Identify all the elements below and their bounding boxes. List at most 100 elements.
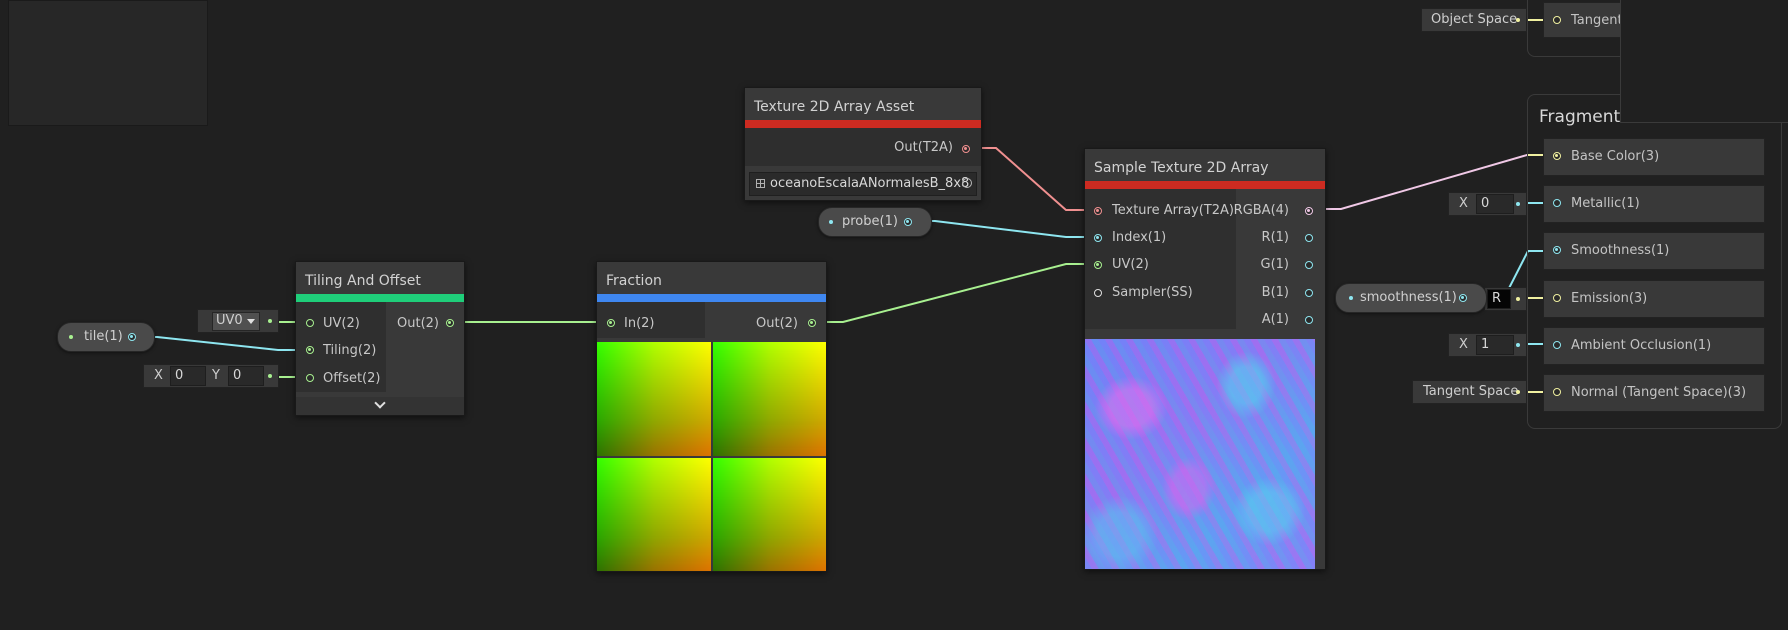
port-fraction-out[interactable]: [808, 319, 816, 327]
port-base-color[interactable]: [1553, 152, 1561, 160]
dropdown-value: UV0: [216, 313, 243, 328]
preview-tile: [597, 457, 711, 571]
smoothness-property[interactable]: smoothness(1): [1335, 283, 1487, 313]
texture-2d-array-asset-node[interactable]: Texture 2D Array Asset Out(T2A) oceanoEs…: [744, 87, 982, 201]
preview-tile: [712, 342, 826, 456]
output-label: Out(T2A): [894, 140, 953, 155]
port-normal[interactable]: [1553, 388, 1561, 396]
port-sampler-in[interactable]: [1094, 289, 1102, 297]
x-label: X: [1459, 196, 1468, 211]
chevron-down-icon: [374, 397, 386, 409]
object-space-chip[interactable]: Object Space: [1421, 8, 1527, 32]
x-label: X: [1459, 337, 1468, 352]
input-uv: UV(2): [323, 316, 360, 331]
pill-dot: [1349, 296, 1353, 300]
fragment-slot-metallic[interactable]: Metallic(1): [1543, 185, 1765, 223]
slot-label: Tangent: [1571, 13, 1623, 28]
port-offset-in[interactable]: [306, 374, 314, 382]
output-g: G(1): [1260, 257, 1290, 272]
metallic-input[interactable]: X 0: [1448, 192, 1527, 216]
emission-input[interactable]: R: [1484, 287, 1527, 311]
emission-r-value[interactable]: R: [1487, 289, 1511, 309]
y-label: Y: [212, 368, 220, 383]
fragment-slot-ambient-occlusion[interactable]: Ambient Occlusion(1): [1543, 327, 1765, 365]
input-index: Index(1): [1112, 230, 1167, 245]
offset-input[interactable]: X 0 Y 0: [143, 364, 279, 388]
fragment-title: Fragment: [1539, 107, 1621, 127]
wire-fraction-uv: [812, 263, 1098, 323]
chip-dot: [1516, 202, 1520, 206]
port-texture-out[interactable]: [962, 145, 970, 153]
x-label: X: [154, 368, 163, 383]
input-uv: UV(2): [1112, 257, 1149, 272]
chip-dot: [1516, 343, 1520, 347]
port-smoothness[interactable]: [1553, 246, 1561, 254]
node-title: Texture 2D Array Asset: [745, 88, 981, 120]
port-tiling-in[interactable]: [306, 346, 314, 354]
pill-dot: [69, 335, 73, 339]
node-color-bar: [597, 294, 826, 302]
port-g-out[interactable]: [1305, 261, 1313, 269]
chip-dot: [1516, 297, 1520, 301]
port-uv-in[interactable]: [1094, 261, 1102, 269]
offset-y-value[interactable]: 0: [228, 366, 264, 386]
fragment-slot-normal[interactable]: Normal (Tangent Space)(3): [1543, 374, 1765, 412]
pill-label: smoothness(1): [1360, 290, 1457, 305]
slot-label: Base Color(3): [1571, 149, 1660, 164]
fragment-slot-emission[interactable]: Emission(3): [1543, 280, 1765, 318]
output-b: B(1): [1261, 285, 1289, 300]
port-b-out[interactable]: [1305, 289, 1313, 297]
uv-dropdown[interactable]: UV0: [212, 312, 260, 331]
port-texture-array-in[interactable]: [1094, 207, 1102, 215]
fragment-slot-smoothness[interactable]: Smoothness(1): [1543, 232, 1765, 270]
chip-label: Tangent Space: [1423, 384, 1519, 399]
sample-texture-2d-array-node[interactable]: Sample Texture 2D Array Texture Array(T2…: [1084, 148, 1326, 570]
ao-input[interactable]: X 1: [1448, 333, 1527, 357]
target-icon[interactable]: [962, 178, 972, 188]
port-in[interactable]: [607, 319, 615, 327]
port-emission[interactable]: [1553, 294, 1561, 302]
chip-dot: [1516, 390, 1520, 394]
probe-property[interactable]: probe(1): [818, 207, 932, 237]
metallic-value[interactable]: 0: [1476, 194, 1514, 214]
offset-x-value[interactable]: 0: [170, 366, 206, 386]
node-title: Tiling And Offset: [296, 262, 464, 294]
ao-value[interactable]: 1: [1476, 335, 1514, 355]
fragment-slot-base-color[interactable]: Base Color(3): [1543, 138, 1765, 176]
port-metallic[interactable]: [1553, 199, 1561, 207]
wire-probe-index: [908, 220, 1098, 238]
output-out: Out(2): [397, 316, 439, 331]
texture-preview: [1085, 339, 1315, 569]
node-color-bar: [296, 294, 464, 302]
port-vertex-tangent[interactable]: [1553, 16, 1561, 24]
fraction-node[interactable]: Fraction In(2) Out(2): [596, 261, 827, 572]
wire-tile-tiling: [131, 336, 307, 351]
empty-panel-right: [1620, 0, 1788, 123]
port-a-out[interactable]: [1305, 316, 1313, 324]
port-uv-in[interactable]: [306, 319, 314, 327]
uv-channel-chip[interactable]: UV0: [197, 309, 279, 333]
input-offset: Offset(2): [323, 371, 381, 386]
port-probe-out[interactable]: [904, 218, 912, 226]
pill-label: probe(1): [842, 214, 898, 229]
port-rgba-out[interactable]: [1305, 207, 1313, 215]
chip-dot: [268, 319, 272, 323]
asset-field[interactable]: oceanoEscalaANormalesB_8x8: [749, 172, 977, 196]
fraction-preview: [597, 342, 826, 571]
output-rgba: RGBA(4): [1233, 203, 1289, 218]
port-smoothness-out[interactable]: [1459, 294, 1467, 302]
slot-label: Metallic(1): [1571, 196, 1640, 211]
tiling-and-offset-node[interactable]: Tiling And Offset UV(2) Tiling(2) Offset…: [295, 261, 465, 416]
input-sampler: Sampler(SS): [1112, 285, 1193, 300]
port-tiling-out[interactable]: [446, 319, 454, 327]
empty-panel-left: [8, 0, 208, 126]
expand-bar[interactable]: [296, 397, 464, 415]
port-ambient-occlusion[interactable]: [1553, 341, 1561, 349]
tile-property[interactable]: tile(1): [57, 322, 155, 352]
port-index-in[interactable]: [1094, 234, 1102, 242]
port-tile-out[interactable]: [128, 333, 136, 341]
tangent-space-chip[interactable]: Tangent Space: [1412, 380, 1527, 404]
input-tiling: Tiling(2): [323, 343, 377, 358]
port-r-out[interactable]: [1305, 234, 1313, 242]
slot-label: Emission(3): [1571, 291, 1648, 306]
